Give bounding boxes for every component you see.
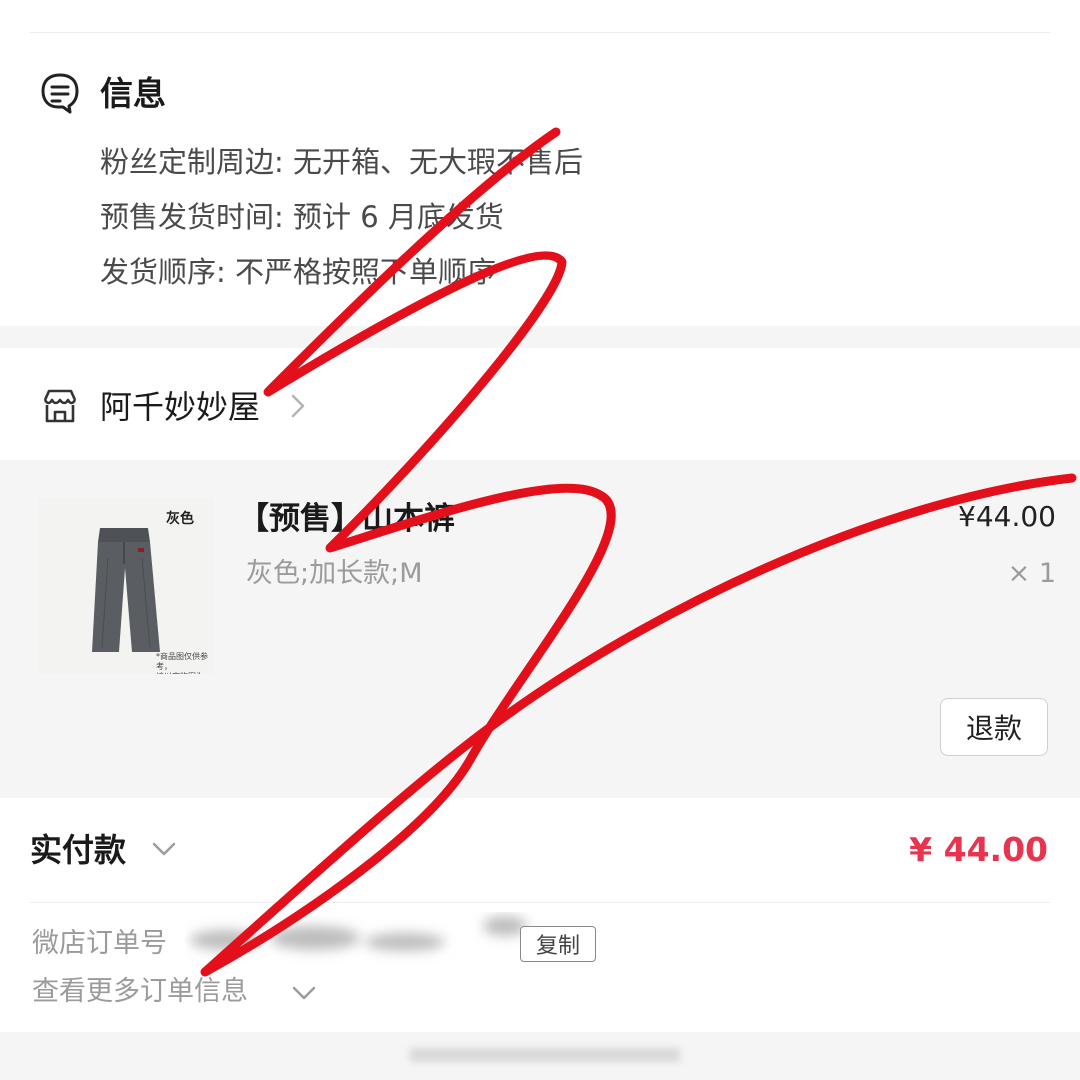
refund-button[interactable]: 退款 [940,698,1048,756]
top-divider [30,32,1050,33]
thumbnail-disclaimer: *商品图仅供参考， 请以实物图为准。 [156,652,208,674]
info-title: 信息 [100,74,166,113]
info-line-shipping-order: 发货顺序: 不严格按照下单顺序 [100,255,496,289]
section-separator [0,326,1080,348]
shop-name[interactable]: 阿千妙妙屋 [100,386,260,428]
product-quantity: × 1 [1007,558,1056,589]
product-thumbnail[interactable]: 灰色 *商品图仅供参考， 请以实物图为准。 [38,498,214,674]
info-line-custom: 粉丝定制周边: 无开箱、无大瑕不售后 [100,145,583,179]
redacted-bottom-content [410,1048,680,1062]
product-price: ¥44.00 [958,500,1056,533]
product-sku: 灰色;加长款;M [246,558,423,589]
paid-amount-label[interactable]: 实付款 [30,828,126,872]
storefront-icon [43,389,77,423]
order-number-label: 微店订单号 [32,928,167,959]
document-chat-icon [41,73,79,114]
chevron-right-icon[interactable] [286,392,310,420]
info-line-shipping-time: 预售发货时间: 预计 6 月底发货 [100,200,504,234]
redacted-order-number [190,916,527,951]
chevron-down-icon[interactable] [150,838,178,860]
paid-amount-value: ¥ 44.00 [909,830,1048,869]
copy-order-number-button[interactable]: 复制 [520,926,596,962]
payment-divider [30,902,1050,903]
thumbnail-color-tag: 灰色 [166,511,194,527]
more-order-info-link[interactable]: 查看更多订单信息 [32,974,248,1010]
chevron-down-icon[interactable] [290,982,318,1004]
product-title[interactable]: 【预售】山本裤 [238,498,455,540]
